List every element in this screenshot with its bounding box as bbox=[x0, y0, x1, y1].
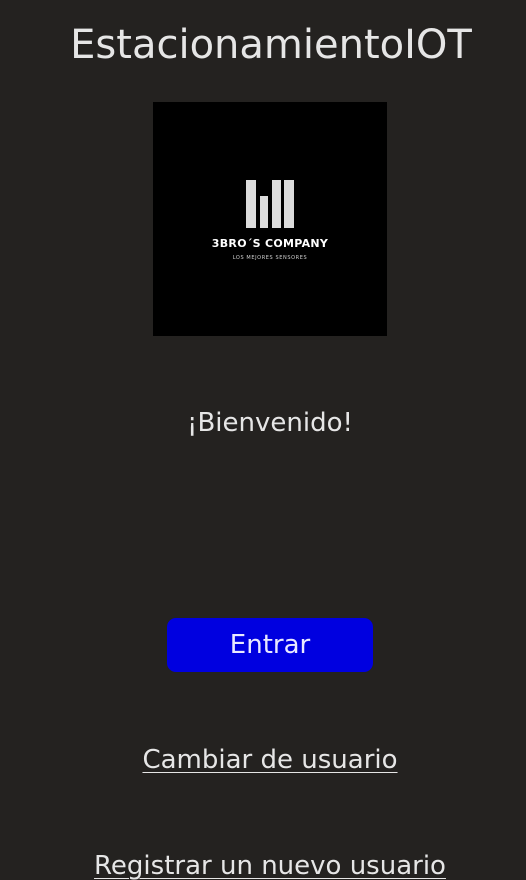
logo-tagline: LOS MEJORES SENSORES bbox=[232, 255, 308, 261]
register-user-link[interactable]: Registrar un nuevo usuario bbox=[0, 851, 526, 880]
company-logo: 3BRO´S COMPANY LOS MEJORES SENSORES bbox=[153, 102, 387, 336]
logo-company-name: 3BRO´S COMPANY bbox=[211, 237, 329, 250]
enter-button[interactable]: Entrar bbox=[167, 618, 373, 672]
switch-user-label: Cambiar de usuario bbox=[142, 745, 398, 775]
switch-user-link[interactable]: Cambiar de usuario bbox=[0, 745, 526, 775]
login-screen: EstacionamientoIOT 3BRO´S COMPANY LOS ME… bbox=[0, 0, 526, 880]
three-bars-logo-icon bbox=[246, 180, 294, 228]
welcome-text: ¡Bienvenido! bbox=[187, 408, 353, 438]
app-title: EstacionamientoIOT bbox=[70, 22, 472, 68]
register-user-label: Registrar un nuevo usuario bbox=[94, 851, 446, 880]
